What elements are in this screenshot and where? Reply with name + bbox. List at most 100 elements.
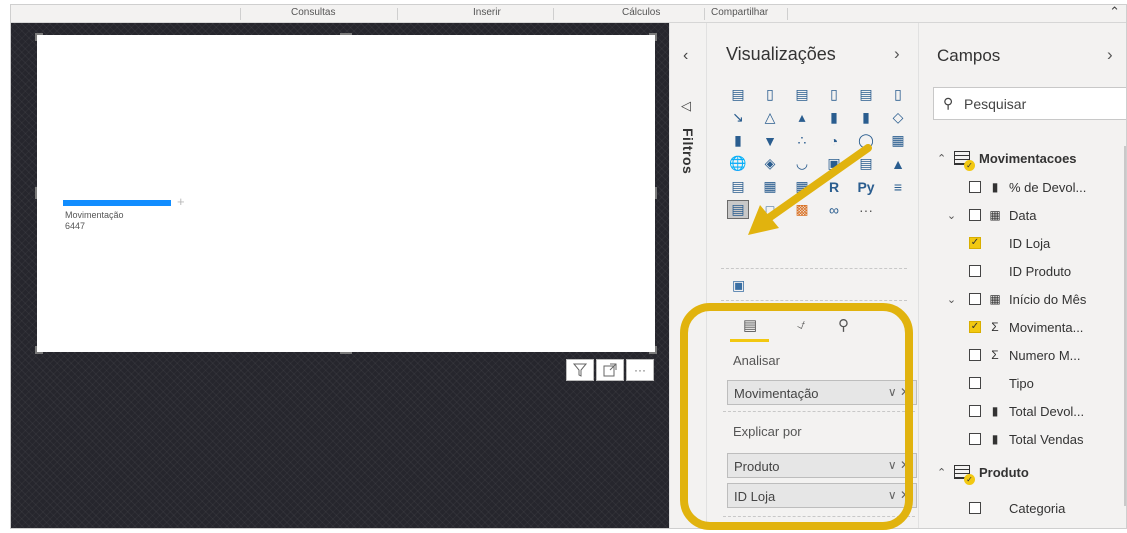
decomposition-tree-icon[interactable]: ▤ <box>727 200 749 219</box>
chevron-down-icon[interactable]: ⌄ <box>943 293 960 306</box>
r-visual-icon[interactable]: R <box>823 177 845 196</box>
field-row[interactable]: ▮ Total Vendas <box>943 428 1083 450</box>
field-checkbox[interactable] <box>969 405 981 417</box>
multi-row-card-icon[interactable]: ▤ <box>855 154 877 173</box>
field-checkbox[interactable]: ✓ <box>969 321 981 333</box>
key-influencers-icon[interactable]: ≡ <box>887 177 909 196</box>
field-checkbox[interactable] <box>969 502 981 514</box>
clustered-column-chart-icon[interactable]: ▯ <box>823 85 845 104</box>
search-box[interactable]: ⚲ <box>933 87 1126 120</box>
field-checkbox[interactable] <box>969 265 981 277</box>
slicer-icon[interactable]: ▤ <box>727 177 749 196</box>
ribbon-tab-inserir[interactable]: Inserir <box>473 7 501 18</box>
resize-handle[interactable] <box>340 352 352 354</box>
report-canvas[interactable]: + Movimentação 6447 ··· <box>11 23 669 528</box>
resize-handle[interactable] <box>35 346 43 354</box>
line-chart-icon[interactable]: ↘ <box>727 108 749 127</box>
decomposition-bar[interactable] <box>63 200 171 206</box>
resize-handle[interactable] <box>649 33 657 41</box>
donut-chart-icon[interactable]: ◯ <box>855 131 877 150</box>
ribbon-tab-compartilhar[interactable]: Compartilhar <box>711 7 768 18</box>
search-icon: ⚲ <box>943 95 954 111</box>
ribbon-separator <box>397 8 398 20</box>
field-checkbox[interactable] <box>969 181 981 193</box>
line-stacked-column-chart-icon[interactable]: ▮ <box>855 108 877 127</box>
card-icon[interactable]: ▣ <box>823 154 845 173</box>
field-checkbox[interactable] <box>969 293 981 305</box>
visualizations-title: Visualizações <box>726 44 836 64</box>
100-bar-chart-icon[interactable]: ▤ <box>855 85 877 104</box>
table-icon[interactable]: ▦ <box>759 177 781 196</box>
image-visual-icon[interactable]: ▣ <box>732 277 745 294</box>
stacked-bar-chart-icon[interactable]: ▤ <box>727 85 749 104</box>
table-movimentacoes[interactable]: ⌃ ✓ Movimentacoes <box>937 148 1077 171</box>
field-row[interactable]: ⌄ ▦ Data <box>943 204 1037 226</box>
ribbon-tab-consultas[interactable]: Consultas <box>291 7 335 18</box>
more-options-icon[interactable]: ··· <box>626 359 654 381</box>
chevron-right-icon[interactable]: › <box>1107 45 1113 65</box>
tree-node-value: 6447 <box>65 221 86 231</box>
matrix-icon[interactable]: ▦ <box>791 177 813 196</box>
field-row[interactable]: ✓ Σ Movimenta... <box>943 316 1083 338</box>
chevron-up-icon[interactable]: ⌃ <box>937 152 951 165</box>
treemap-icon[interactable]: ▦ <box>887 131 909 150</box>
field-row[interactable]: Σ Numero M... <box>943 344 1081 366</box>
field-row[interactable]: Categoria <box>943 497 1065 519</box>
filters-label[interactable]: Filtros <box>680 128 696 174</box>
filter-icon[interactable] <box>566 359 594 381</box>
waterfall-chart-icon[interactable]: ▮ <box>727 131 749 150</box>
resize-handle[interactable] <box>649 346 657 354</box>
funnel-chart-icon[interactable]: ▼ <box>759 131 781 150</box>
more-visuals-icon[interactable]: ··· <box>855 200 877 219</box>
stacked-area-chart-icon[interactable]: ▴ <box>791 108 813 127</box>
map-icon[interactable]: 🌐 <box>727 154 749 173</box>
field-checkbox[interactable] <box>969 209 981 221</box>
qa-icon[interactable]: □ <box>759 200 781 219</box>
plus-icon[interactable]: + <box>177 194 185 209</box>
decomposition-tree-visual[interactable]: + Movimentação 6447 <box>35 33 657 354</box>
chevron-up-icon[interactable]: ⌃ <box>937 466 951 479</box>
chevron-left-icon[interactable]: ‹ <box>683 47 688 65</box>
kpi-icon[interactable]: ▲ <box>887 154 909 173</box>
field-row[interactable]: Tipo <box>943 372 1034 394</box>
field-checkbox[interactable]: ✓ <box>969 237 981 249</box>
line-column-chart-icon[interactable]: ▮ <box>823 108 845 127</box>
100-column-chart-icon[interactable]: ▯ <box>887 85 909 104</box>
field-checkbox[interactable] <box>969 377 981 389</box>
chevron-up-icon[interactable]: ⌃ <box>1109 5 1120 20</box>
ribbon: Consultas Inserir Cálculos Compartilhar … <box>11 5 1126 23</box>
ribbon-chart-icon[interactable]: ◇ <box>887 108 909 127</box>
search-input[interactable] <box>964 94 1114 114</box>
chevron-down-icon[interactable]: ⌄ <box>943 209 960 222</box>
clustered-bar-chart-icon[interactable]: ▤ <box>791 85 813 104</box>
field-row[interactable]: ▮ Total Devol... <box>943 400 1084 422</box>
resize-handle[interactable] <box>35 33 43 41</box>
resize-handle[interactable] <box>340 33 352 35</box>
filled-map-icon[interactable]: ◈ <box>759 154 781 173</box>
ribbon-tab-calculos[interactable]: Cálculos <box>622 7 660 18</box>
pie-chart-icon[interactable]: ◔ <box>823 131 845 150</box>
stacked-column-chart-icon[interactable]: ▯ <box>759 85 781 104</box>
field-name: Data <box>1009 207 1037 223</box>
table-name: Produto <box>979 464 1029 480</box>
field-checkbox[interactable] <box>969 433 981 445</box>
chevron-right-icon[interactable]: › <box>894 44 900 64</box>
resize-handle[interactable] <box>655 187 657 199</box>
field-row[interactable]: ⌄ ▦ Início do Mês <box>943 288 1086 310</box>
sigma-icon: Σ <box>991 348 999 362</box>
table-name: Movimentacoes <box>979 150 1077 166</box>
gauge-icon[interactable]: ◡ <box>791 154 813 173</box>
area-chart-icon[interactable]: △ <box>759 108 781 127</box>
resize-handle[interactable] <box>35 187 37 199</box>
focus-mode-icon[interactable] <box>596 359 624 381</box>
field-name: Total Devol... <box>1009 403 1085 419</box>
field-checkbox[interactable] <box>969 349 981 361</box>
field-row[interactable]: ✓ ID Loja <box>943 232 1050 254</box>
field-row[interactable]: ID Produto <box>943 260 1071 282</box>
table-produto[interactable]: ⌃ ✓ Produto <box>937 462 1029 485</box>
field-row[interactable]: ▮ % de Devol... <box>943 176 1086 198</box>
python-visual-icon[interactable]: Py <box>855 177 877 196</box>
smart-narrative-icon[interactable]: ▩ <box>791 200 813 219</box>
scatter-chart-icon[interactable]: ∴ <box>791 131 813 150</box>
paginated-report-icon[interactable]: ∞ <box>823 200 845 219</box>
